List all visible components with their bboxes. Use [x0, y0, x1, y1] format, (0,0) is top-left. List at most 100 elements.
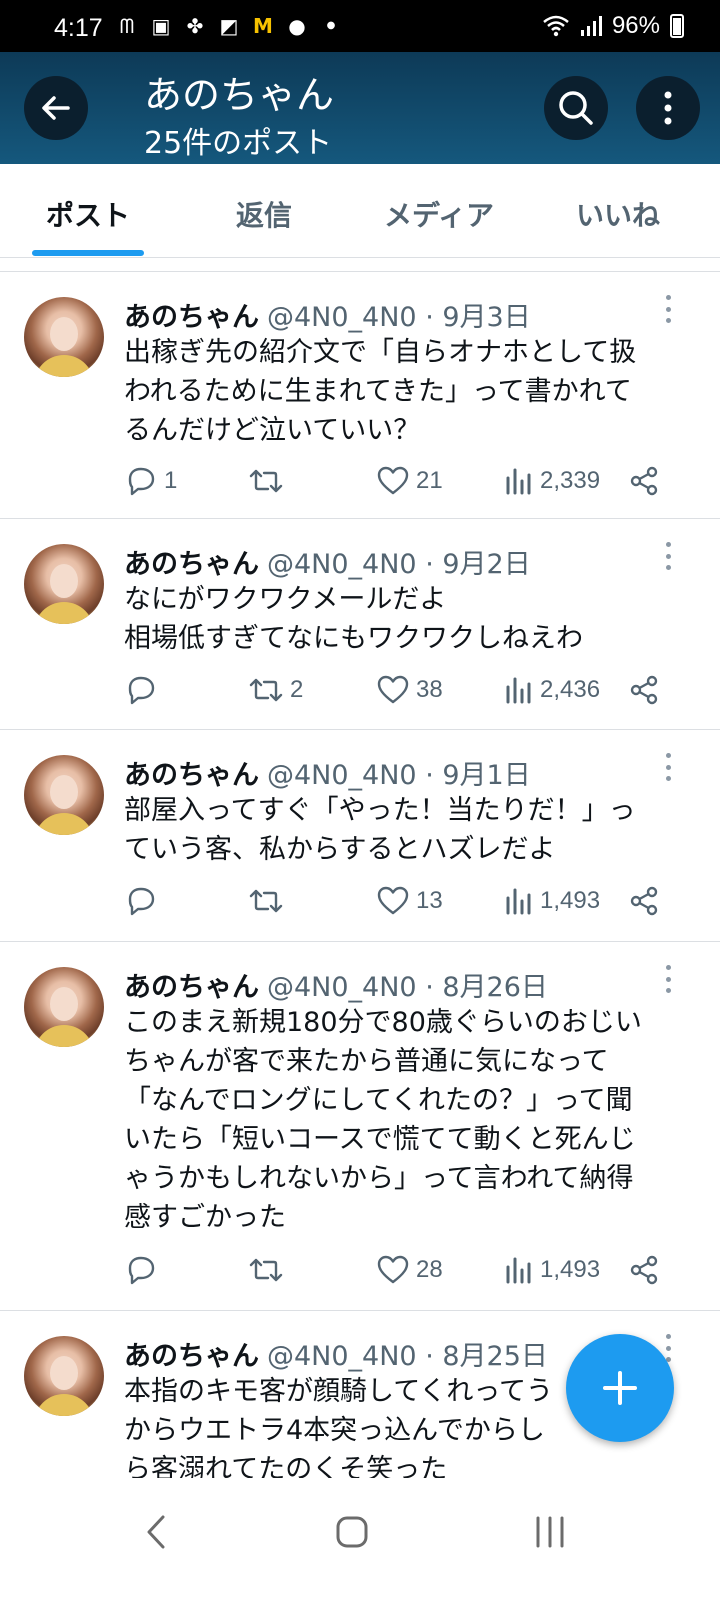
m-icon: ᗰ [119, 14, 135, 38]
search-button[interactable] [544, 76, 608, 140]
author-name[interactable]: あのちゃん [124, 760, 259, 791]
bar-chart-icon [506, 888, 531, 915]
post-date[interactable]: 8月26日 [442, 972, 548, 1003]
views-button[interactable]: 2,339 [504, 461, 600, 501]
reply-button[interactable] [124, 1250, 164, 1290]
like-count: 28 [416, 1256, 443, 1283]
home-square-icon [336, 1516, 368, 1548]
bar-chart-icon [506, 677, 531, 704]
avatar[interactable] [24, 544, 104, 624]
tab-posts[interactable]: ポスト [46, 194, 130, 234]
like-count: 13 [416, 887, 443, 914]
repost-icon [249, 889, 283, 913]
dot-icon: ● [326, 20, 336, 31]
nav-recents-button[interactable] [520, 1502, 580, 1562]
post-menu-icon[interactable] [664, 965, 672, 993]
post-date[interactable]: 8月25日 [442, 1341, 548, 1372]
author-name[interactable]: あのちゃん [124, 549, 259, 580]
views-button[interactable]: 1,493 [504, 881, 600, 921]
feed-divider [0, 260, 720, 272]
avatar[interactable] [24, 1336, 104, 1416]
views-button[interactable]: 1,493 [504, 1250, 600, 1290]
post-date[interactable]: 9月1日 [442, 760, 530, 791]
repost-button[interactable]: 2 [248, 670, 303, 710]
like-count: 38 [416, 676, 443, 703]
post-header: あのちゃん @4N0_4N0 · 8月26日 [124, 965, 548, 1004]
repost-icon [249, 469, 283, 493]
like-button[interactable]: 13 [376, 881, 443, 921]
like-button[interactable]: 21 [376, 461, 443, 501]
author-handle[interactable]: @4N0_4N0 [267, 972, 417, 1003]
post-text: なにがワクワクメールだよ 相場低すぎてなにもワクワクしねえわ [124, 584, 583, 654]
separator-dot: · [416, 760, 443, 791]
avatar[interactable] [24, 967, 104, 1047]
heart-icon [377, 886, 409, 915]
wifi-icon [543, 15, 569, 37]
like-button[interactable]: 28 [376, 1250, 443, 1290]
author-handle[interactable]: @4N0_4N0 [267, 1341, 417, 1372]
author-name[interactable]: あのちゃん [124, 972, 259, 1003]
post-actions: 28 1,493 [124, 1250, 684, 1290]
tab-likes[interactable]: いいね [576, 194, 660, 234]
post-header: あのちゃん @4N0_4N0 · 9月1日 [124, 753, 531, 792]
post-date[interactable]: 9月2日 [442, 549, 530, 580]
repost-icon [249, 1258, 283, 1282]
post-card[interactable]: あのちゃん @4N0_4N0 · 9月1日 部屋入ってすぐ「やった！当たりだ！」っ… [0, 731, 720, 942]
author-name[interactable]: あのちゃん [124, 302, 259, 333]
author-handle[interactable]: @4N0_4N0 [267, 302, 417, 333]
views-button[interactable]: 2,436 [504, 670, 600, 710]
arrow-left-icon [42, 96, 70, 120]
nav-back-button[interactable] [126, 1502, 186, 1562]
like-button[interactable]: 38 [376, 670, 443, 710]
chevron-left-icon [147, 1515, 165, 1549]
compose-post-button[interactable] [566, 1334, 674, 1442]
post-text: このまえ新規180分で80歳ぐらいのおじい ちゃんが客で来たから普通に気になって… [124, 1007, 642, 1233]
reply-button[interactable] [124, 881, 164, 921]
post-date[interactable]: 9月3日 [442, 302, 530, 333]
active-tab-indicator [32, 250, 144, 256]
tab-replies[interactable]: 返信 [236, 194, 292, 234]
share-icon [630, 466, 658, 496]
post-card[interactable]: あのちゃん @4N0_4N0 · 9月2日 なにがワクワクメールだよ 相場低すぎて… [0, 520, 720, 730]
post-card[interactable]: あのちゃん @4N0_4N0 · 8月26日 このまえ新規180分で80歳ぐらいの… [0, 943, 720, 1311]
avatar[interactable] [24, 755, 104, 835]
repost-button[interactable] [248, 461, 290, 501]
like-count: 21 [416, 467, 443, 494]
recents-icon [536, 1516, 564, 1548]
repost-button[interactable] [248, 881, 290, 921]
profile-tabs: ポスト 返信 メディア いいね [0, 164, 720, 258]
cube-icon: ◩ [219, 14, 239, 38]
share-button[interactable] [628, 670, 660, 710]
clover-icon: ✤ [186, 14, 204, 38]
more-options-button[interactable] [636, 76, 700, 140]
reply-button[interactable]: 1 [124, 461, 177, 501]
status-bar: 4:17 ᗰ ▣ ✤ ◩ M ● ● 96% [0, 0, 720, 52]
share-button[interactable] [628, 881, 660, 921]
view-count: 2,436 [540, 676, 601, 703]
search-icon [559, 91, 593, 125]
post-header: あのちゃん @4N0_4N0 · 9月3日 [124, 295, 531, 334]
separator-dot: · [416, 549, 443, 580]
battery-percent: 96% [611, 12, 660, 39]
heart-icon [377, 466, 409, 495]
status-right: 96% [542, 12, 684, 40]
post-card[interactable]: あのちゃん @4N0_4N0 · 9月3日 出稼ぎ先の紹介文で「自らオナホとして扱… [0, 273, 720, 519]
author-handle[interactable]: @4N0_4N0 [267, 760, 417, 791]
view-count: 1,493 [540, 1256, 601, 1283]
tab-media[interactable]: メディア [384, 194, 494, 234]
avatar[interactable] [24, 297, 104, 377]
reply-button[interactable] [124, 670, 164, 710]
post-menu-icon[interactable] [664, 295, 672, 323]
post-menu-icon[interactable] [664, 542, 672, 570]
back-button[interactable] [24, 76, 88, 140]
view-count: 1,493 [540, 887, 601, 914]
author-handle[interactable]: @4N0_4N0 [267, 549, 417, 580]
heart-icon [377, 675, 409, 704]
post-menu-icon[interactable] [664, 753, 672, 781]
share-button[interactable] [628, 1250, 660, 1290]
author-name[interactable]: あのちゃん [124, 1341, 259, 1372]
nav-home-button[interactable] [322, 1502, 382, 1562]
share-button[interactable] [628, 461, 660, 501]
post-header: あのちゃん @4N0_4N0 · 8月25日 [124, 1334, 548, 1373]
repost-button[interactable] [248, 1250, 290, 1290]
